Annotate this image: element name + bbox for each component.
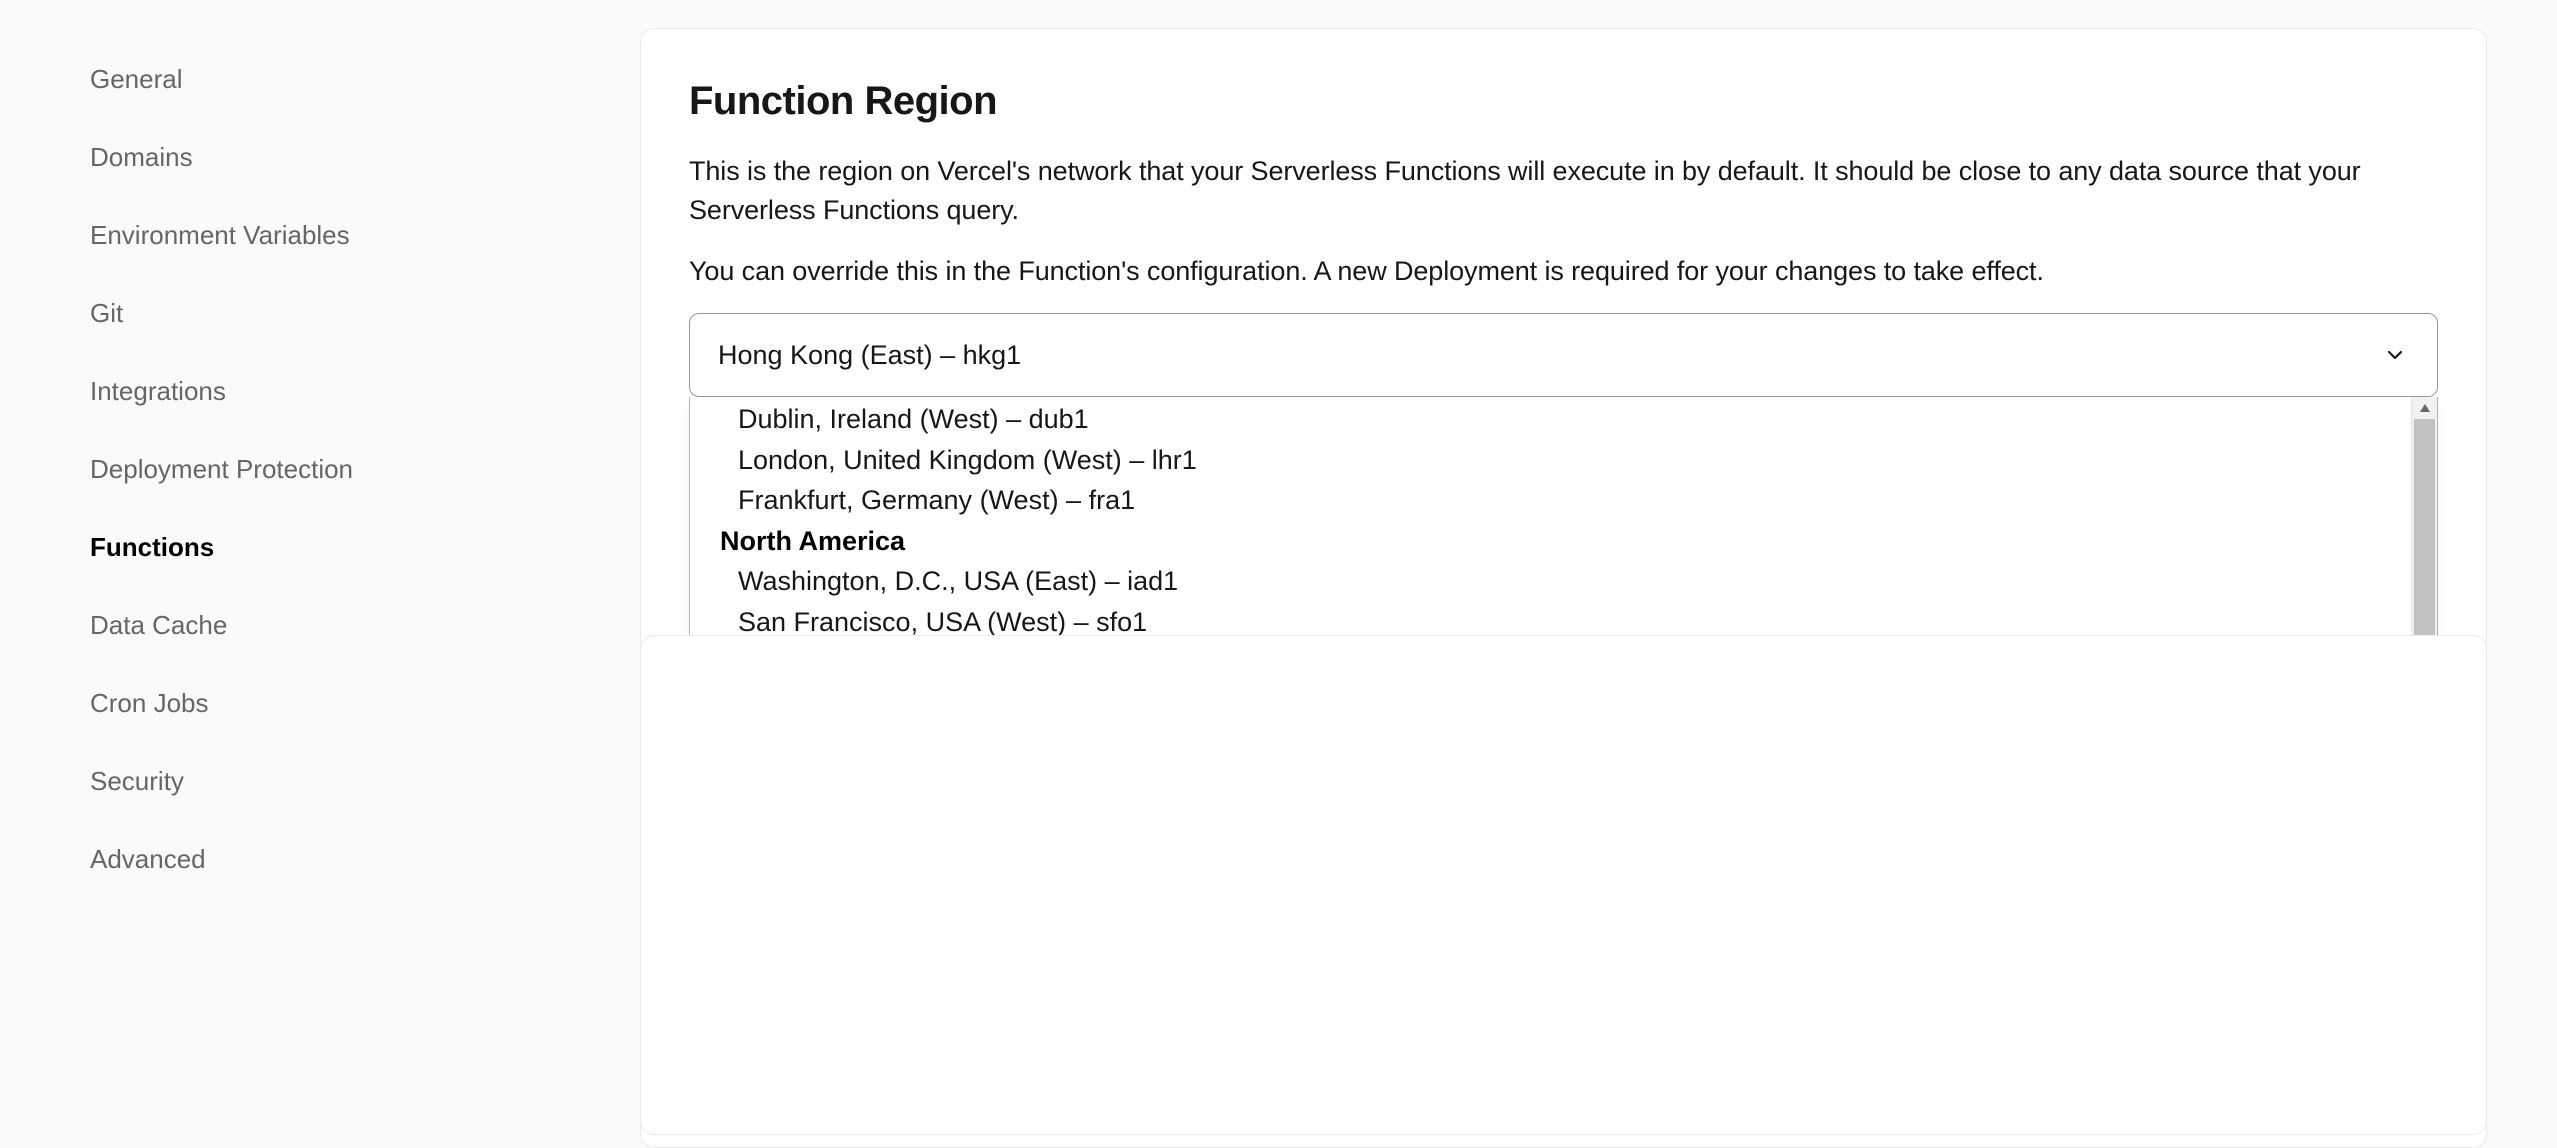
sidebar-item-integrations[interactable]: Integrations xyxy=(90,352,640,430)
sidebar-item-git[interactable]: Git xyxy=(90,274,640,352)
sidebar-item-domains[interactable]: Domains xyxy=(90,118,640,196)
sidebar-item-functions[interactable]: Functions xyxy=(90,508,640,586)
card-description: This is the region on Vercel's network t… xyxy=(689,152,2438,230)
region-select-wrap: Hong Kong (East) – hkg1 Dublin, Ireland … xyxy=(689,313,2438,397)
scroll-up-arrow-icon[interactable] xyxy=(2412,397,2437,419)
sidebar-item-general[interactable]: General xyxy=(90,40,640,118)
region-select-value: Hong Kong (East) – hkg1 xyxy=(718,340,1021,371)
sidebar-item-deployment-protection[interactable]: Deployment Protection xyxy=(90,430,640,508)
sidebar-item-environment-variables[interactable]: Environment Variables xyxy=(90,196,640,274)
region-option[interactable]: Washington, D.C., USA (East) – iad1 xyxy=(690,561,2437,601)
region-option[interactable]: London, United Kingdom (West) – lhr1 xyxy=(690,440,2437,480)
sidebar-item-security[interactable]: Security xyxy=(90,742,640,820)
sidebar-item-data-cache[interactable]: Data Cache xyxy=(90,586,640,664)
region-select[interactable]: Hong Kong (East) – hkg1 xyxy=(689,313,2438,397)
settings-sidebar: General Domains Environment Variables Gi… xyxy=(0,0,640,1148)
region-group-label: North America xyxy=(690,521,2437,561)
sidebar-item-advanced[interactable]: Advanced xyxy=(90,820,640,898)
sidebar-item-cron-jobs[interactable]: Cron Jobs xyxy=(90,664,640,742)
card-title: Function Region xyxy=(689,79,2438,124)
card-hint: You can override this in the Function's … xyxy=(689,252,2438,291)
region-option[interactable]: Frankfurt, Germany (West) – fra1 xyxy=(690,480,2437,520)
chevron-down-icon xyxy=(2383,343,2407,367)
region-option[interactable]: Dublin, Ireland (West) – dub1 xyxy=(690,399,2437,439)
next-settings-card xyxy=(640,635,2487,1135)
